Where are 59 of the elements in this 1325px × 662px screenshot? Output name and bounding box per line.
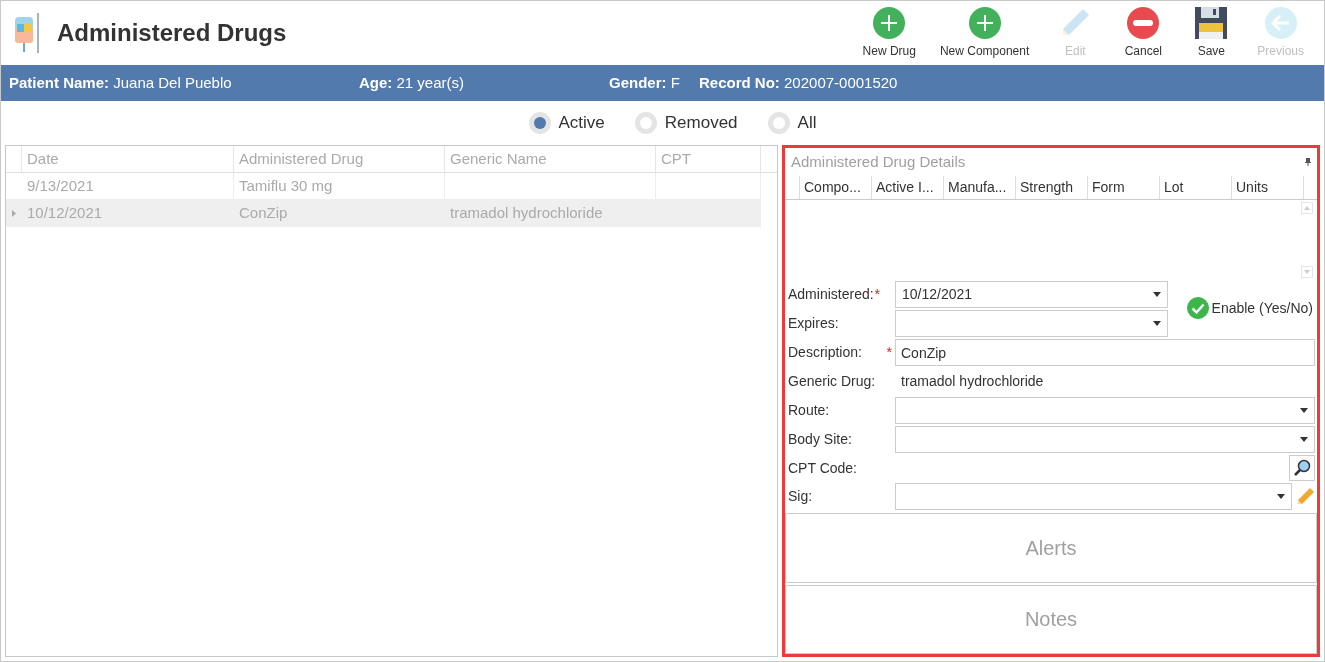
required-mark: * — [873, 285, 881, 304]
dropdown-field[interactable] — [895, 426, 1315, 453]
table-cell-text: tramadol hydrochloride — [450, 202, 603, 223]
dropdown-caret-icon — [1153, 292, 1161, 297]
toolbar-button[interactable]: New Component — [931, 6, 1038, 60]
dropdown-field[interactable] — [895, 397, 1315, 424]
field-label: CPT Code: — [788, 458, 857, 478]
column-header[interactable]: Lot — [1160, 176, 1232, 199]
column-header[interactable]: Strength — [1016, 176, 1088, 199]
plus-icon — [968, 6, 1001, 39]
table-cell-text: 10/12/2021 — [27, 202, 103, 223]
column-header[interactable]: Active I... — [872, 176, 944, 199]
search-icon — [1293, 459, 1311, 477]
iv-bag-icon — [13, 13, 41, 53]
filter-radio[interactable]: Active — [528, 110, 605, 136]
patient-info-text: Patient Name: Juana Del Pueblo — [9, 72, 233, 93]
column-header[interactable]: Form — [1088, 176, 1160, 199]
field-value: tramadol hydrochloride — [900, 372, 1044, 391]
patient-info-text: Age: 21 year(s) — [359, 72, 466, 93]
minus-icon — [1127, 6, 1160, 39]
field-label: Body Site: — [788, 430, 852, 449]
row-indicator-icon — [12, 209, 16, 217]
toolbar-button[interactable]: Save — [1181, 6, 1242, 60]
plus-icon — [873, 6, 906, 39]
search-button[interactable] — [1289, 455, 1315, 481]
enable-checkbox[interactable]: Enable (Yes/No) — [1186, 296, 1313, 320]
panel-title: Administered Drug Details — [791, 151, 966, 172]
pencil-icon[interactable] — [1295, 486, 1315, 507]
column-header[interactable]: Compo... — [800, 176, 872, 199]
field-label: Administered: — [788, 285, 874, 304]
dropdown-caret-icon — [1300, 408, 1308, 413]
field-label: Sig: — [788, 487, 813, 506]
text-field[interactable]: ConZip — [895, 339, 1315, 366]
table-cell-text: 9/13/2021 — [27, 175, 94, 196]
patient-info-text: Gender: F — [609, 72, 681, 93]
column-header[interactable]: Manufa... — [944, 176, 1016, 199]
dropdown-field[interactable]: 10/12/2021 — [895, 281, 1168, 308]
field-label: Generic Drug: — [788, 372, 876, 391]
page-title: Administered Drugs — [57, 18, 287, 48]
scroll-up-icon — [1301, 202, 1313, 214]
patient-info-text: Record No: 202007-0001520 — [699, 72, 898, 93]
toolbar-button[interactable]: New Drug — [854, 6, 924, 60]
field-label: Expires: — [788, 314, 839, 333]
filter-radio[interactable]: Removed — [634, 110, 738, 136]
scroll-down-icon — [1301, 266, 1313, 278]
pin-icon — [1305, 158, 1311, 166]
field-label: Description: — [788, 343, 862, 362]
filter-radio[interactable]: All — [767, 110, 817, 136]
dropdown-caret-icon — [1153, 321, 1161, 326]
required-mark: * — [886, 343, 893, 362]
field-label: Route: — [788, 401, 830, 420]
dropdown-field[interactable] — [895, 310, 1168, 337]
dropdown-caret-icon — [1277, 494, 1285, 499]
table-cell-text: ConZip — [239, 202, 288, 223]
table-cell-text: Tamiflu 30 mg — [239, 175, 333, 196]
column-header[interactable]: Units — [1232, 176, 1304, 199]
dropdown-caret-icon — [1300, 437, 1308, 442]
toolbar-button[interactable]: Cancel — [1113, 6, 1174, 60]
dropdown-field[interactable] — [895, 483, 1292, 510]
